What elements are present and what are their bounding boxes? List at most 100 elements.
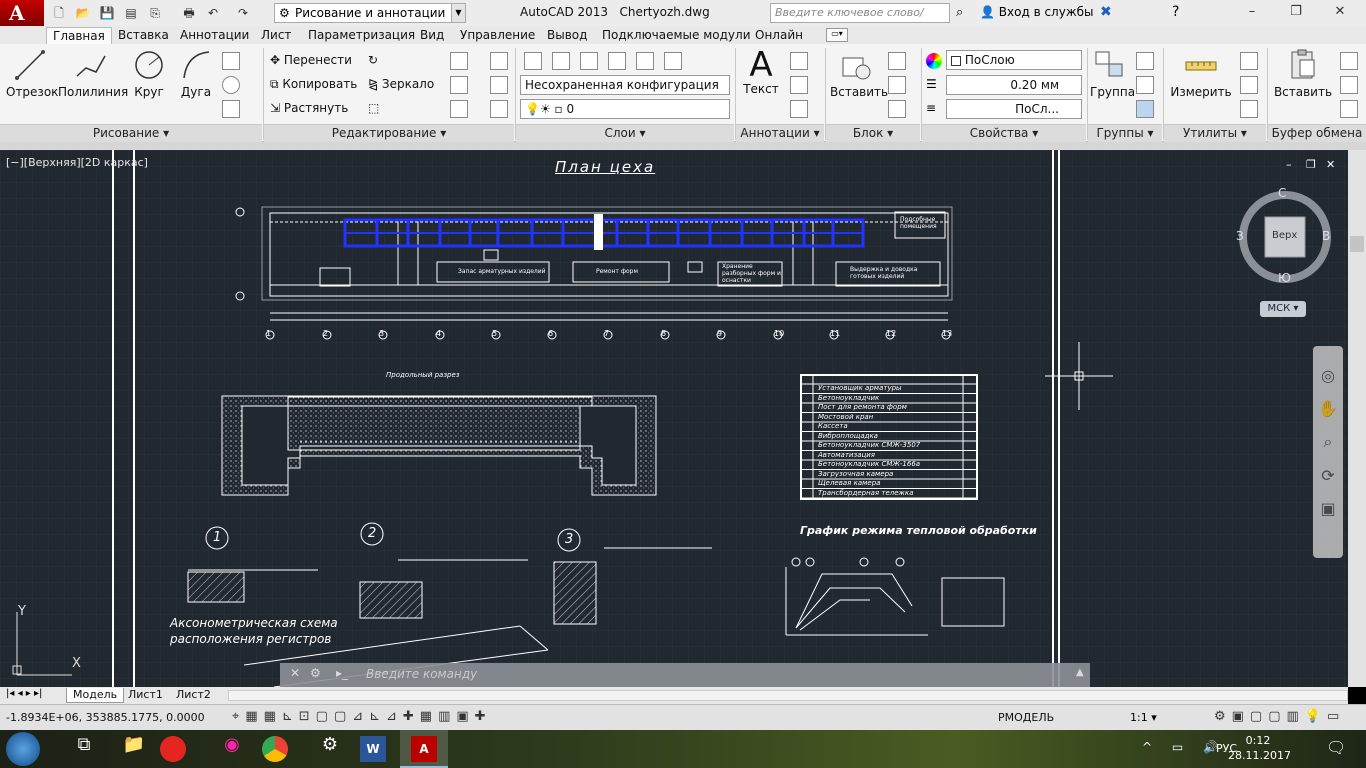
tab-model[interactable]: Модель xyxy=(66,688,125,703)
paste-button[interactable]: Вставить xyxy=(1272,48,1334,99)
annotation-panel-title[interactable]: Аннотации ▾ xyxy=(736,124,824,142)
color-wheel-icon[interactable] xyxy=(926,53,942,69)
task-view-icon[interactable]: ⧉ xyxy=(64,734,104,764)
array-icon[interactable] xyxy=(450,100,468,118)
layout-nav-icons[interactable]: |◂ ◂ ▸ ▸| xyxy=(6,688,42,699)
viewport-minimize-icon[interactable]: – xyxy=(1286,158,1292,171)
workspace-status-icons[interactable]: ⚙▣▢▢▥💡▭ xyxy=(1214,709,1345,724)
viewcube-north[interactable]: С xyxy=(1278,186,1286,200)
tab-online[interactable]: Онлайн xyxy=(749,27,809,44)
close-button[interactable]: ✕ xyxy=(1318,0,1362,26)
explode-icon[interactable] xyxy=(490,76,508,94)
groups-panel-title[interactable]: Группы ▾ xyxy=(1088,124,1162,142)
zoom-icon[interactable]: ⌕ xyxy=(1313,432,1343,452)
tab-manage[interactable]: Управление xyxy=(454,27,541,44)
chrome-icon[interactable] xyxy=(262,736,288,762)
settings-gear-icon[interactable]: ⚙ xyxy=(310,734,350,764)
fillet-icon[interactable] xyxy=(450,76,468,94)
new-file-icon[interactable]: 🗋 xyxy=(50,4,68,22)
mirror-button[interactable]: ⧎ Зеркало xyxy=(368,74,434,94)
command-line[interactable]: ✕ ⚙ ▸_ Введите команду ▲ xyxy=(280,663,1090,687)
ucs-menu[interactable]: МСК ▾ xyxy=(1260,301,1306,317)
windows-start-icon[interactable] xyxy=(6,732,40,766)
scale-icon[interactable]: ⬚ xyxy=(368,98,379,118)
edit-block-icon[interactable] xyxy=(888,76,906,94)
wrench-icon[interactable]: ⚙ xyxy=(310,666,321,680)
layer-properties-icon[interactable] xyxy=(524,52,542,70)
viewcube-east[interactable]: В xyxy=(1322,229,1330,243)
orbit-icon[interactable]: ⟳ xyxy=(1313,466,1343,485)
rotate-icon[interactable]: ↻ xyxy=(368,50,378,70)
insert-block-button[interactable]: Вставить xyxy=(830,48,888,99)
linetype-dropdown[interactable]: ПоСл... xyxy=(946,99,1082,119)
drafting-toggles[interactable]: ⌖▦▦⊾⊡▢▢⊿⊾⊿✚▦▥▣✚ xyxy=(232,709,492,724)
clipboard-panel-title[interactable]: Буфер обмена xyxy=(1268,124,1366,142)
exchange-icon[interactable]: ✖ xyxy=(1100,4,1112,20)
arc-button[interactable]: Дуга xyxy=(176,48,216,99)
save-icon[interactable]: 💾 xyxy=(98,4,116,22)
lineweight-dropdown[interactable]: 0.20 мм xyxy=(946,75,1082,95)
showmotion-icon[interactable]: ▣ xyxy=(1313,499,1343,518)
clock[interactable]: 0:12 28.11.2017 xyxy=(1228,733,1291,763)
polyline-button[interactable]: Полилиния xyxy=(58,48,128,99)
copy-button[interactable]: ⧉ Копировать xyxy=(270,74,357,94)
command-input[interactable]: Введите команду xyxy=(366,667,477,681)
properties-panel-title[interactable]: Свойства ▾ xyxy=(922,124,1086,142)
model-space-toggle[interactable]: РМОДЕЛЬ xyxy=(998,711,1054,724)
scrollbar-thumb[interactable] xyxy=(1350,236,1364,252)
coordinates-readout[interactable]: -1.8934E+06, 353885.1775, 0.0000 xyxy=(6,711,205,724)
word-icon[interactable]: W xyxy=(360,736,386,762)
layers-panel-title[interactable]: Слои ▾ xyxy=(516,124,734,142)
workspace-dropdown[interactable]: ⚙ Рисование и аннотации ▼ xyxy=(274,3,466,23)
tab-sheet1[interactable]: Лист1 xyxy=(122,688,169,703)
rectangle-icon[interactable] xyxy=(222,52,240,70)
block-panel-title[interactable]: Блок ▾ xyxy=(826,124,920,142)
group-edit-icon[interactable] xyxy=(1136,76,1154,94)
erase-icon[interactable] xyxy=(490,52,508,70)
layer-freeze-icon[interactable] xyxy=(664,52,682,70)
line-button[interactable]: Отрезок xyxy=(6,48,58,99)
cut-icon[interactable] xyxy=(1340,52,1358,70)
application-menu-button[interactable]: A xyxy=(0,0,44,26)
measure-button[interactable]: Измерить xyxy=(1170,48,1232,99)
steering-wheel-icon[interactable]: ◎ xyxy=(1313,366,1343,385)
signin-button[interactable]: 👤 Вход в службы xyxy=(980,5,1094,19)
quick-select-icon[interactable] xyxy=(1240,52,1258,70)
pan-hand-icon[interactable]: ✋ xyxy=(1313,399,1343,418)
block-attributes-icon[interactable] xyxy=(888,100,906,118)
draw-panel-title[interactable]: Рисование ▾ xyxy=(0,124,262,142)
navigation-bar[interactable]: ◎ ✋ ⌕ ⟳ ▣ xyxy=(1313,346,1343,558)
save-as-icon[interactable]: ▤ xyxy=(122,4,140,22)
explorer-icon[interactable]: 📁 xyxy=(114,734,154,764)
restore-button[interactable]: ❐ xyxy=(1274,0,1318,26)
match-properties-icon[interactable] xyxy=(1340,100,1358,118)
stretch-button[interactable]: ⇲ Растянуть xyxy=(270,98,348,118)
viewcube-south[interactable]: Ю xyxy=(1278,271,1291,285)
autocad-task-button[interactable]: A xyxy=(400,730,448,768)
circle-button[interactable]: Круг xyxy=(128,48,170,99)
help-icon[interactable]: ? xyxy=(1172,4,1179,20)
app-icon[interactable]: ◉ xyxy=(212,734,252,764)
tab-parametric[interactable]: Параметризация xyxy=(302,27,421,44)
tab-plugins[interactable]: Подключаемые модули xyxy=(596,27,757,44)
layer-state-icon[interactable] xyxy=(552,52,570,70)
tab-sheet2[interactable]: Лист2 xyxy=(170,688,217,703)
ungroup-icon[interactable] xyxy=(1136,52,1154,70)
tray-icons[interactable]: ^ ▭ 🔊 xyxy=(1142,740,1226,754)
modify-panel-title[interactable]: Редактирование ▾ xyxy=(264,124,514,142)
group-select-icon[interactable] xyxy=(1136,100,1154,118)
plot-preview-icon[interactable]: ⎘ xyxy=(146,4,164,22)
viewcube-west[interactable]: З xyxy=(1236,229,1244,243)
color-dropdown[interactable]: ПоСлою xyxy=(946,50,1082,70)
tab-output[interactable]: Вывод xyxy=(541,27,593,44)
help-search-input[interactable]: Введите ключевое слово/фразу xyxy=(770,3,950,37)
dimension-icon[interactable] xyxy=(790,52,808,70)
viewport-maximize-icon[interactable]: ❐ xyxy=(1306,158,1316,171)
text-button[interactable]: A Текст xyxy=(740,48,782,96)
utilities-panel-title[interactable]: Утилиты ▾ xyxy=(1164,124,1266,142)
layer-off-icon[interactable] xyxy=(636,52,654,70)
hatch-icon[interactable] xyxy=(222,100,240,118)
tab-annotate[interactable]: Аннотации xyxy=(174,27,255,44)
minimize-button[interactable]: – xyxy=(1230,0,1274,26)
yandex-browser-icon[interactable] xyxy=(160,736,186,762)
